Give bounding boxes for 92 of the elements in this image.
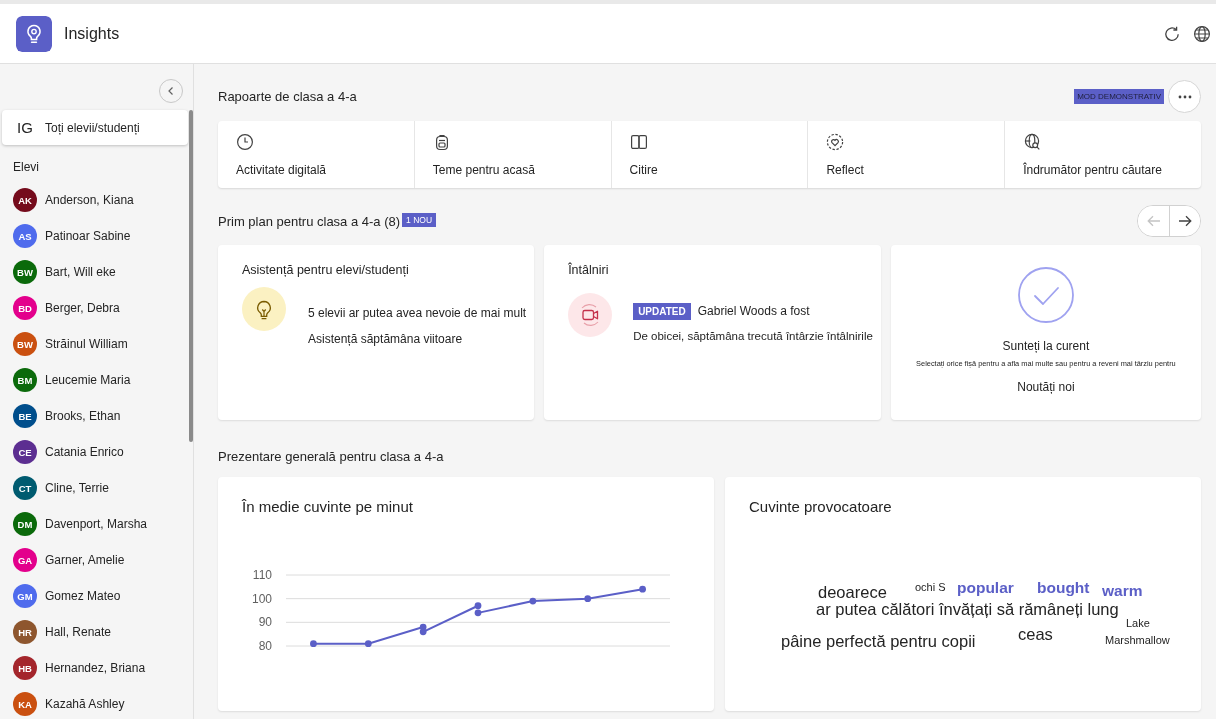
lightbulb-icon: [242, 287, 286, 331]
y-tick-label: 110: [252, 568, 272, 582]
card-title: Întâlniri: [568, 263, 610, 277]
scrollbar-thumb[interactable]: [189, 110, 193, 442]
chart-title: În medie cuvinte pe minut: [242, 497, 413, 517]
clock-icon: [236, 133, 254, 151]
insight-text: Gabriel Woods a fost: [697, 303, 810, 319]
student-item[interactable]: GA Garner, Amelie: [0, 542, 185, 578]
avatar: HB: [13, 656, 37, 680]
data-point: [529, 597, 537, 605]
report-tile[interactable]: Îndrumător pentru căutare: [1005, 121, 1201, 188]
cloud-word: Marshmallow: [1105, 633, 1170, 647]
cloud-word: bought: [1037, 579, 1090, 597]
avatar: BE: [13, 404, 37, 428]
avatar: BW: [13, 332, 37, 356]
report-tile[interactable]: Teme pentru acasă: [414, 121, 612, 188]
cloud-word: ochi S: [915, 580, 946, 594]
app-title: Insights: [64, 24, 120, 43]
section-label: Elevi: [13, 160, 39, 174]
more-icon: [1177, 94, 1192, 99]
all-students-item[interactable]: IG Toți elevii/studenți: [2, 110, 188, 145]
chevron-left-icon: [166, 86, 176, 96]
demo-mode-tag: MOD DEMONSTRATIV: [1074, 89, 1164, 104]
check-circle-icon: [1017, 267, 1074, 323]
more-button[interactable]: [1168, 80, 1201, 113]
student-item[interactable]: AS Patinoar Sabine: [0, 218, 185, 254]
avatar: CE: [13, 440, 37, 464]
student-item[interactable]: BE Brooks, Ethan: [0, 398, 185, 434]
student-item[interactable]: KA Kazahă Ashley: [0, 686, 185, 719]
avatar: GA: [13, 548, 37, 572]
book-icon: [629, 133, 648, 151]
refresh-icon[interactable]: [1163, 24, 1181, 43]
avatar: BW: [13, 260, 37, 284]
student-item[interactable]: AK Anderson, Kiana: [0, 182, 185, 218]
card-title: Cuvinte provocatoare: [749, 497, 892, 517]
collapse-button[interactable]: [159, 79, 183, 103]
data-point: [364, 640, 372, 648]
spotlight-card[interactable]: Întâlniri UPDATED Gabriel Woods a fost De obicei, săptămâna trecută întârzie întâlnirile: [544, 245, 881, 420]
globe-icon[interactable]: [1193, 24, 1211, 43]
section-title: Prim plan pentru clasa a 4-a (8): [218, 213, 401, 229]
cloud-word: popular: [957, 579, 1014, 597]
status-heading: Sunteți la curent: [1002, 338, 1090, 354]
data-point: [639, 585, 646, 593]
student-item[interactable]: CE Catania Enrico: [0, 434, 185, 470]
avatar: GM: [13, 584, 37, 608]
section-title: Prezentare generală pentru clasa a 4-a: [218, 448, 445, 466]
student-item[interactable]: HR Hall, Renate: [0, 614, 185, 650]
status-tag: UPDATED: [633, 302, 691, 320]
student-item[interactable]: BW Bart, Will eke: [0, 254, 185, 290]
cloud-word: ceas: [1018, 624, 1053, 644]
avatar: BD: [13, 296, 37, 320]
insight-text: 5 elevii ar putea avea nevoie de mai mult: [308, 305, 527, 321]
cloud-word: deoarece: [818, 582, 887, 602]
report-tile[interactable]: Citire: [611, 121, 809, 188]
avatar: KA: [13, 692, 37, 716]
lightbulb-logo-icon: [16, 15, 52, 52]
data-point: [584, 595, 592, 603]
next-button[interactable]: [1169, 206, 1200, 236]
insight-text: De obicei, săptămâna trecută întârzie întâlnirile: [633, 329, 873, 344]
student-item[interactable]: HB Hernandez, Briana: [0, 650, 185, 686]
data-point: [310, 640, 317, 648]
new-count-tag: 1 NOU: [402, 213, 437, 227]
video-camera-icon: [568, 293, 613, 337]
arrow-right-icon: [1178, 215, 1192, 227]
report-tile[interactable]: Activitate digitală: [218, 121, 415, 188]
report-tile[interactable]: Reflect: [808, 121, 1006, 188]
student-item[interactable]: CT Cline, Terrie: [0, 470, 185, 506]
cloud-word: warm: [1102, 582, 1143, 600]
section-title: Rapoarte de clasa a 4-a: [218, 89, 357, 104]
student-item[interactable]: GM Gomez Mateo: [0, 578, 185, 614]
avatar: AK: [13, 188, 37, 212]
spotlight-card[interactable]: Asistență pentru elevi/studenți 5 elevii ar putea avea nevoie de mai mult Asistență săptămâna viitoare: [218, 245, 535, 420]
avatar: CT: [13, 476, 37, 500]
avatar: BM: [13, 368, 37, 392]
student-item[interactable]: DM Davenport, Marsha: [0, 506, 185, 542]
student-item[interactable]: BD Berger, Debra: [0, 290, 185, 326]
card-title: Asistență pentru elevi/studenți: [242, 263, 410, 277]
y-tick-label: 100: [251, 591, 272, 606]
cloud-word: ar putea călători învățați să rămâneți lung: [816, 599, 1119, 619]
cloud-word: pâine perfectă pentru copii: [781, 631, 976, 651]
student-item[interactable]: BW Străinul William: [0, 326, 185, 362]
arrow-left-icon: [1146, 215, 1161, 227]
y-tick-label: 90: [258, 615, 272, 630]
cloud-word: Lake: [1126, 616, 1150, 630]
insight-text: Asistență săptămâna viitoare: [308, 331, 464, 347]
y-tick-label: 80: [258, 639, 272, 653]
avatar: AS: [13, 224, 37, 248]
status-footer: Noutăți noi: [1017, 379, 1075, 395]
avatar: HR: [13, 620, 37, 644]
globe-search-icon: [1023, 133, 1042, 151]
avatar: DM: [13, 512, 37, 536]
student-item[interactable]: BM Leucemie Maria: [0, 362, 185, 398]
